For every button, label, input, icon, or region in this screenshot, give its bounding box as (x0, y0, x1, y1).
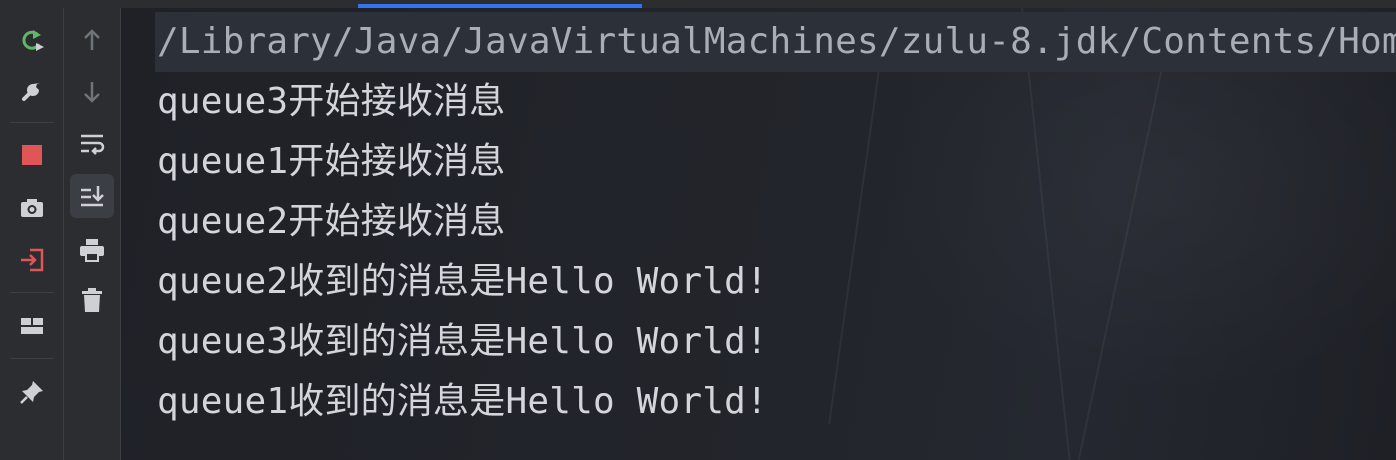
arrow-up-icon (84, 29, 100, 50)
scroll-to-end-icon (81, 186, 104, 207)
modify-config-button[interactable] (12, 70, 52, 110)
console-output[interactable]: /Library/Java/JavaVirtualMachines/zulu-8… (121, 8, 1396, 460)
console-line: queue1收到的消息是Hello World! (157, 381, 768, 422)
soft-wrap-icon (81, 134, 105, 155)
run-toolbar-primary (0, 8, 64, 460)
background-streak (1021, 8, 1072, 460)
console-line: queue1开始接收消息 (157, 141, 506, 182)
console-line: queue2开始接收消息 (157, 201, 506, 242)
console-line: queue3收到的消息是Hello World! (157, 321, 768, 362)
background-streak (1077, 68, 1163, 460)
soft-wrap-button[interactable] (72, 124, 112, 164)
dump-threads-button[interactable] (12, 188, 52, 228)
console-command-line: /Library/Java/JavaVirtualMachines/zulu-8… (155, 12, 1396, 72)
run-toolbar-secondary (64, 8, 121, 460)
stop-button[interactable] (12, 135, 52, 175)
tab-strip (0, 0, 1396, 8)
wrench-icon (22, 83, 40, 101)
layout-button[interactable] (12, 306, 52, 346)
exit-button[interactable] (12, 240, 52, 280)
pin-button[interactable] (12, 372, 52, 412)
rerun-icon (22, 30, 44, 51)
previous-occurrence-button[interactable] (72, 20, 112, 60)
toolbar-separator (10, 292, 54, 293)
pin-icon (20, 381, 43, 404)
trash-icon (82, 288, 102, 312)
console-line: queue2收到的消息是Hello World! (157, 261, 768, 302)
background-streak (828, 48, 883, 425)
scroll-to-end-button[interactable] (70, 174, 114, 218)
toolbar-separator (10, 122, 54, 123)
layout-icon (21, 318, 43, 334)
toolbar-separator (10, 358, 54, 359)
exit-icon (21, 248, 44, 272)
run-tool-window: /Library/Java/JavaVirtualMachines/zulu-8… (0, 0, 1396, 460)
next-occurrence-button[interactable] (72, 72, 112, 112)
clear-all-button[interactable] (72, 280, 112, 320)
print-button[interactable] (72, 230, 112, 270)
console-line: queue3开始接收消息 (157, 81, 506, 122)
arrow-down-icon (84, 82, 100, 103)
rerun-button[interactable] (12, 20, 52, 60)
camera-icon (21, 199, 43, 217)
stop-icon (22, 145, 42, 165)
print-icon (80, 239, 104, 262)
